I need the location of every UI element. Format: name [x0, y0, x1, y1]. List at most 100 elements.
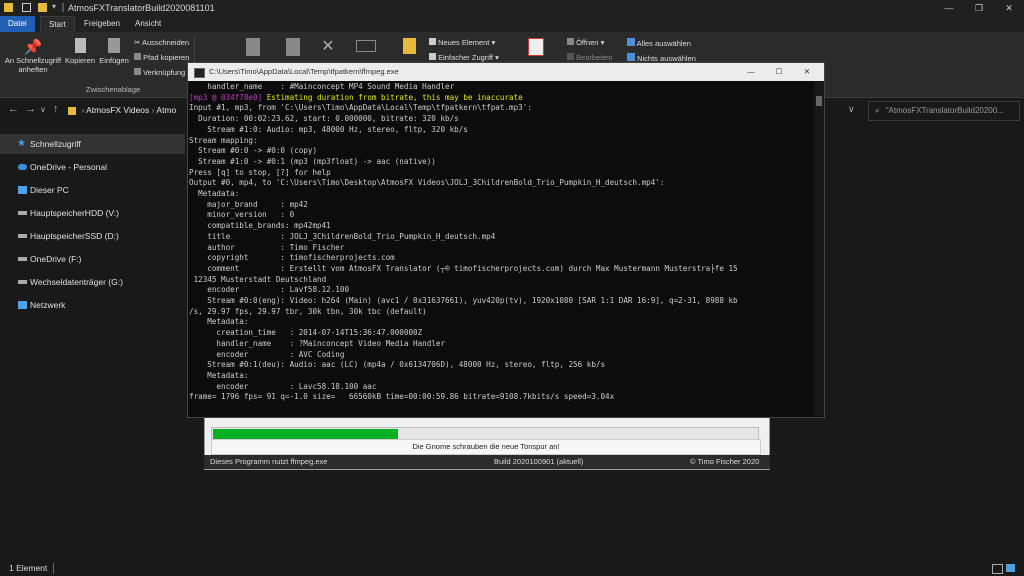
copy-path-icon	[134, 53, 141, 60]
tab-share[interactable]: Freigeben	[76, 16, 128, 32]
console-close-button[interactable]: ✕	[792, 63, 822, 81]
progress-message: Die Gnome schrauben die neue Tonspur an!	[211, 439, 761, 455]
delete-button[interactable]: ✕	[318, 36, 338, 56]
console-scrollbar[interactable]	[814, 82, 824, 416]
console-line-text: Stream #0:1(deu): Audio: aac (LC) (mp4a …	[189, 360, 606, 370]
console-maximize-button[interactable]: ☐	[764, 63, 794, 81]
console-line-text: copyright : timofischerprojects.com	[189, 253, 395, 263]
tab-file[interactable]: Datei	[0, 16, 35, 32]
sidebar-item-removable-g[interactable]: Wechseldatenträger (G:)	[0, 272, 185, 292]
sidebar-item-quick-access[interactable]: ★ Schnellzugriff	[0, 134, 185, 154]
console-line-text: Duration: 00:02:23.62, start: 0.000000, …	[189, 114, 459, 124]
new-folder-icon[interactable]	[38, 3, 47, 12]
select-all-label: Alles auswählen	[636, 39, 691, 48]
pin-icon: 📌	[23, 39, 43, 56]
console-line: Stream #1:0 -> #0:1 (mp3 (mp3float) -> a…	[189, 157, 814, 168]
open-button[interactable]: Öffnen ▾	[567, 38, 604, 47]
move-to-button[interactable]	[243, 38, 263, 56]
address-path[interactable]: › AtmosFX Videos › Atmo	[68, 101, 198, 119]
path-segment-atmosfx-videos[interactable]: AtmosFX Videos	[86, 105, 149, 115]
search-input[interactable]: ⌕ "AtmosFXTranslatorBuild20200...	[868, 101, 1020, 121]
star-icon: ★	[17, 138, 26, 149]
progress-fill	[213, 429, 398, 439]
maximize-button[interactable]: ❐	[964, 0, 994, 16]
console-line: minor_version : 0	[189, 210, 814, 221]
console-line: encoder : AVC Coding	[189, 350, 814, 361]
console-icon	[194, 68, 205, 78]
paste-label: Einfügen	[99, 56, 129, 65]
customize-chevron-icon[interactable]: ▾	[52, 2, 61, 11]
rename-button[interactable]	[355, 40, 377, 52]
console-line: Metadata:	[189, 371, 814, 382]
console-line: Stream #1:0: Audio: mp3, 48000 Hz, stere…	[189, 125, 814, 136]
paste-shortcut-button[interactable]: Verknüpfung	[134, 68, 185, 77]
new-element-button[interactable]: Neues Element ▾	[429, 38, 495, 47]
tab-view[interactable]: Ansicht	[127, 16, 169, 32]
console-line: Output #0, mp4, to 'C:\Users\Timo\Deskto…	[189, 178, 814, 189]
pin-label: An Schnellzugriff anheften	[4, 56, 62, 74]
path-separator-icon: ›	[151, 105, 155, 115]
sidebar-item-label: OneDrive (F:)	[30, 254, 82, 264]
forward-button[interactable]: →	[25, 103, 36, 115]
console-line-text: encoder : AVC Coding	[189, 349, 345, 359]
cut-button[interactable]: ✂ Ausschneiden	[134, 38, 189, 47]
copy-label: Kopieren	[64, 56, 96, 65]
console-title-bar[interactable]: C:\Users\Timo\AppData\Local\Temp\tfpatke…	[188, 63, 824, 81]
new-folder-button[interactable]	[403, 38, 419, 54]
console-line-text: Metadata:	[189, 189, 240, 199]
pin-quick-access-button[interactable]: 📌 An Schnellzugriff anheften	[4, 38, 62, 74]
select-all-button[interactable]: Alles auswählen	[627, 38, 691, 48]
window-title: AtmosFXTranslatorBuild2020081101	[68, 3, 215, 13]
console-line: creation_time : 2014-07-14T15:36:47.0000…	[189, 328, 814, 339]
sidebar-item-ssd-d[interactable]: HauptspeicherSSD (D:)	[0, 226, 185, 246]
console-line-text: Metadata:	[189, 370, 249, 380]
search-placeholder: "AtmosFXTranslatorBuild20200...	[885, 106, 1004, 115]
console-line: encoder : Lavf58.12.100	[189, 285, 814, 296]
up-button[interactable]: ↑	[53, 103, 59, 115]
tab-start[interactable]: Start	[40, 16, 75, 33]
properties-icon[interactable]	[22, 3, 31, 12]
copy-button[interactable]: Kopieren	[64, 38, 96, 65]
back-button[interactable]: ←	[8, 103, 19, 115]
sidebar-item-onedrive-f[interactable]: OneDrive (F:)	[0, 249, 185, 269]
window-title-bar[interactable]: ▾ AtmosFXTranslatorBuild2020081101 — ❐ ✕	[0, 0, 1024, 16]
console-line: copyright : timofischerprojects.com	[189, 253, 814, 264]
copy-to-button[interactable]	[283, 38, 303, 56]
recent-locations-chevron-icon[interactable]: ∨	[40, 105, 46, 114]
navigation-pane: ★ Schnellzugriff OneDrive - Personal Die…	[0, 128, 185, 558]
clipboard-group-label: Zwischenablage	[86, 85, 141, 94]
paste-shortcut-label: Verknüpfung	[143, 68, 186, 77]
copy-path-button[interactable]: Pfad kopieren	[134, 53, 189, 62]
minimize-button[interactable]: —	[934, 0, 964, 16]
sidebar-item-label: Schnellzugriff	[30, 139, 81, 149]
large-icons-view-icon[interactable]	[1006, 564, 1015, 572]
console-scrollbar-thumb[interactable]	[816, 96, 822, 106]
sidebar-item-network[interactable]: Netzwerk	[0, 295, 185, 315]
edit-button[interactable]: Bearbeiten	[567, 53, 612, 62]
paste-button[interactable]: Einfügen	[98, 38, 130, 65]
console-line: major_brand : mp42	[189, 200, 814, 211]
console-line-text: comment : Erstellt vom AtmosFX Translato…	[189, 263, 738, 273]
console-line-text: Input #1, mp3, from 'C:\Users\Timo\AppDa…	[189, 103, 532, 113]
console-minimize-button[interactable]: —	[736, 63, 766, 81]
path-segment-current[interactable]: Atmo	[156, 105, 176, 115]
move-to-icon	[246, 38, 260, 56]
sidebar-item-onedrive-personal[interactable]: OneDrive - Personal	[0, 157, 185, 177]
drive-icon	[18, 211, 27, 215]
new-element-label: Neues Element	[438, 38, 490, 47]
console-line: compatible_brands: mp42mp41	[189, 221, 814, 232]
properties-button[interactable]	[528, 38, 546, 56]
console-title: C:\Users\Timo\AppData\Local\Temp\tfpatke…	[209, 67, 399, 76]
drive-icon	[18, 257, 27, 261]
address-dropdown-chevron-icon[interactable]: ∨	[848, 104, 855, 115]
console-output[interactable]: handler_name : #Mainconcept MP4 Sound Me…	[189, 82, 814, 416]
easy-access-button[interactable]: Einfacher Zugriff ▾	[429, 53, 499, 62]
ffmpeg-console-window[interactable]: C:\Users\Timo\AppData\Local\Temp\tfpatke…	[187, 62, 825, 418]
status-divider	[53, 563, 54, 574]
sidebar-item-hdd-v[interactable]: HauptspeicherHDD (V:)	[0, 203, 185, 223]
close-button[interactable]: ✕	[994, 0, 1024, 16]
details-view-icon[interactable]	[992, 564, 1003, 574]
sidebar-item-this-pc[interactable]: Dieser PC	[0, 180, 185, 200]
console-line-text: Stream #0:0 -> #0:0 (copy)	[189, 146, 318, 156]
console-line: handler_name : #Mainconcept MP4 Sound Me…	[189, 82, 814, 93]
